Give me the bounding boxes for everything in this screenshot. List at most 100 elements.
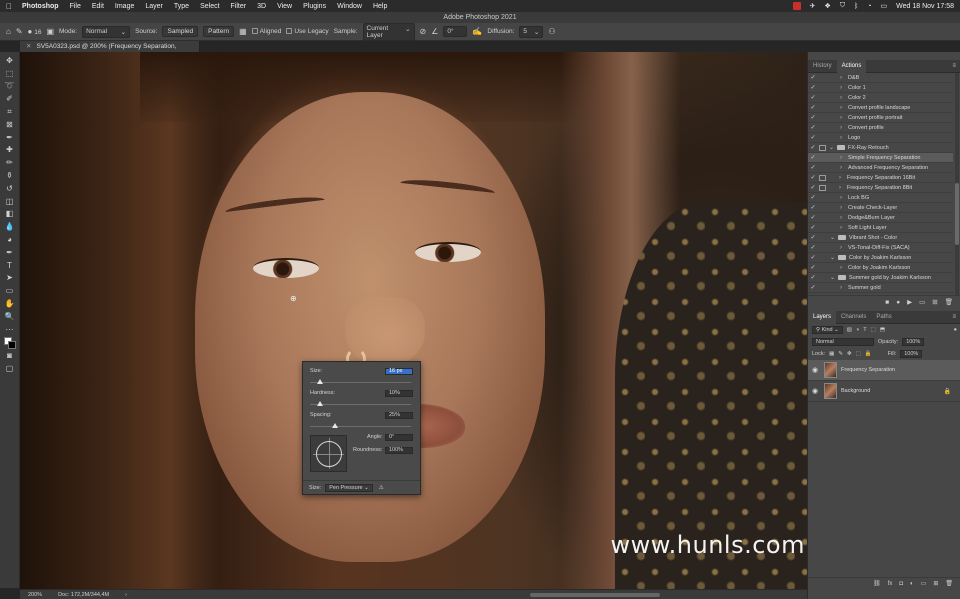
checkmark-icon[interactable]: ✓ [808, 184, 818, 191]
new-set-icon[interactable]: ▭ [919, 298, 925, 306]
dialog-toggle-icon[interactable] [818, 104, 828, 112]
tab-actions[interactable]: Actions [836, 59, 867, 73]
opacity-input[interactable]: 100% [902, 338, 925, 346]
delete-layer-icon[interactable]: 🗑 [945, 580, 953, 587]
filter-pixel-icon[interactable]: ▨ [847, 327, 852, 333]
document-tab[interactable]: ✕ SV5A0323.psd @ 200% (Frequency Separati… [20, 41, 200, 61]
menu-image[interactable]: Image [115, 3, 134, 10]
ignore-adjustment-layers-icon[interactable]: ⊘ [420, 27, 427, 36]
spacing-input[interactable]: 25% [385, 411, 413, 419]
bluetooth-icon[interactable]: ᛒ [854, 3, 858, 10]
roundness-input[interactable]: 100% [385, 446, 413, 454]
filter-type-icon[interactable]: T [863, 327, 866, 333]
layer-name[interactable]: Background [841, 388, 870, 394]
disclosure-arrow-icon[interactable]: › [840, 75, 848, 81]
use-legacy-checkbox[interactable]: Use Legacy [286, 28, 329, 35]
zoom-level[interactable]: 200% [28, 592, 42, 598]
disclosure-arrow-icon[interactable]: › [840, 95, 848, 101]
link-layers-icon[interactable]: ⛓ [873, 580, 881, 587]
menu-file[interactable]: File [70, 3, 81, 10]
marquee-tool-icon[interactable]: ⬚ [3, 67, 17, 80]
disclosure-arrow-icon[interactable]: › [840, 155, 848, 161]
filter-shape-icon[interactable]: ⬚ [871, 327, 876, 333]
dialog-toggle-icon[interactable] [818, 274, 828, 282]
dialog-toggle-icon[interactable] [818, 214, 828, 222]
action-set-item[interactable]: ✓ ⌄ Color by Joakim Karlsson [808, 253, 953, 263]
menu-window[interactable]: Window [337, 3, 362, 10]
checkmark-icon[interactable]: ✓ [808, 84, 818, 91]
fill-input[interactable]: 100% [900, 350, 923, 358]
spacing-slider[interactable] [310, 423, 411, 428]
size-slider[interactable] [310, 379, 411, 384]
action-item[interactable]: ✓ › Convert profile portrait [808, 113, 953, 123]
delete-icon[interactable]: 🗑 [945, 298, 953, 306]
crop-tool-icon[interactable]: ⌗ [3, 105, 17, 118]
action-item[interactable]: ✓ › Simple Frequency Separation [808, 153, 953, 163]
menu-type[interactable]: Type [174, 3, 189, 10]
disclosure-arrow-icon[interactable]: › [840, 215, 848, 221]
tab-layers[interactable]: Layers [808, 310, 837, 324]
checkmark-icon[interactable]: ✓ [808, 144, 818, 151]
pen-tool-icon[interactable]: ✒ [3, 246, 17, 259]
lasso-tool-icon[interactable]: ➰ [3, 80, 17, 93]
checkmark-icon[interactable]: ✓ [808, 164, 818, 171]
filter-adjustment-icon[interactable]: ◑ [856, 327, 859, 333]
disclosure-arrow-icon[interactable]: › [840, 105, 848, 111]
brush-tool-icon[interactable]: ✏ [3, 156, 17, 169]
play-icon[interactable]: ▶ [907, 298, 912, 306]
layer-filter-select[interactable]: ⚲ Kind ⌄ [812, 326, 843, 334]
visibility-eye-icon[interactable]: ◉ [812, 366, 822, 374]
zoom-tool-icon[interactable]: 🔍 [3, 310, 17, 323]
dialog-toggle-icon[interactable] [818, 234, 828, 242]
checkmark-icon[interactable]: ✓ [808, 74, 818, 81]
status-arrow-icon[interactable]: › [125, 592, 127, 598]
app-menu[interactable]: Photoshop [22, 3, 59, 10]
disclosure-arrow-icon[interactable]: › [839, 175, 847, 181]
dialog-toggle-icon[interactable] [818, 164, 828, 172]
dialog-toggle-icon[interactable] [818, 284, 828, 292]
fx-icon[interactable]: fx [888, 581, 893, 587]
sampled-button[interactable]: Sampled [162, 26, 199, 37]
disclosure-arrow-icon[interactable]: › [840, 115, 848, 121]
disclosure-arrow-icon[interactable]: ⌄ [829, 144, 837, 151]
layer-row[interactable]: ◉ Background 🔒 [808, 381, 960, 402]
menu-view[interactable]: View [277, 3, 292, 10]
disclosure-arrow-icon[interactable]: › [840, 165, 848, 171]
more-tools-icon[interactable]: ⋯ [3, 323, 17, 336]
actions-scrollbar[interactable] [955, 73, 959, 295]
disclosure-arrow-icon[interactable]: › [840, 245, 848, 251]
checkmark-icon[interactable]: ✓ [808, 264, 818, 271]
disclosure-arrow-icon[interactable]: › [840, 85, 848, 91]
action-item[interactable]: ✓ › Color 1 [808, 83, 953, 93]
checkmark-icon[interactable]: ✓ [808, 154, 818, 161]
pattern-picker-icon[interactable]: ▦ [239, 27, 247, 36]
app-status-icon[interactable] [792, 2, 801, 10]
checkmark-icon[interactable]: ✓ [808, 124, 818, 131]
action-item[interactable]: ✓ › Color 2 [808, 93, 953, 103]
checkmark-icon[interactable]: ✓ [808, 214, 818, 221]
action-set-item[interactable]: ✓ ⌄ Vibrant Shot - Color [808, 233, 953, 243]
dialog-toggle-icon[interactable] [818, 114, 828, 122]
dialog-toggle-icon[interactable] [818, 264, 828, 272]
extension-icon[interactable]: ✈ [810, 2, 816, 10]
dialog-toggle-icon[interactable] [818, 194, 828, 202]
checkmark-icon[interactable]: ✓ [808, 284, 818, 291]
hand-tool-icon[interactable]: ✋ [3, 297, 17, 310]
gradient-tool-icon[interactable]: ◧ [3, 208, 17, 221]
mode-select[interactable]: Normal ⌄ [82, 25, 131, 38]
hardness-input[interactable]: 10% [385, 389, 413, 397]
blend-mode-select[interactable]: Normal [812, 338, 874, 346]
menu-filter[interactable]: Filter [231, 3, 247, 10]
hardness-slider-knob[interactable] [317, 401, 324, 406]
action-item[interactable]: ✓ › Advanced Frequency Separation [808, 163, 953, 173]
menu-edit[interactable]: Edit [92, 3, 104, 10]
menu-plugins[interactable]: Plugins [303, 3, 326, 10]
checkmark-icon[interactable]: ✓ [808, 224, 818, 231]
dialog-toggle-icon[interactable] [818, 84, 828, 92]
disclosure-arrow-icon[interactable]: › [839, 185, 847, 191]
checkmark-icon[interactable]: ✓ [808, 244, 818, 251]
layer-thumbnail[interactable] [824, 383, 837, 399]
brush-preset-picker[interactable]: ● 16 [28, 27, 42, 36]
checkmark-icon[interactable]: ✓ [808, 134, 818, 141]
action-item[interactable]: ✓ › Convert profile [808, 123, 953, 133]
